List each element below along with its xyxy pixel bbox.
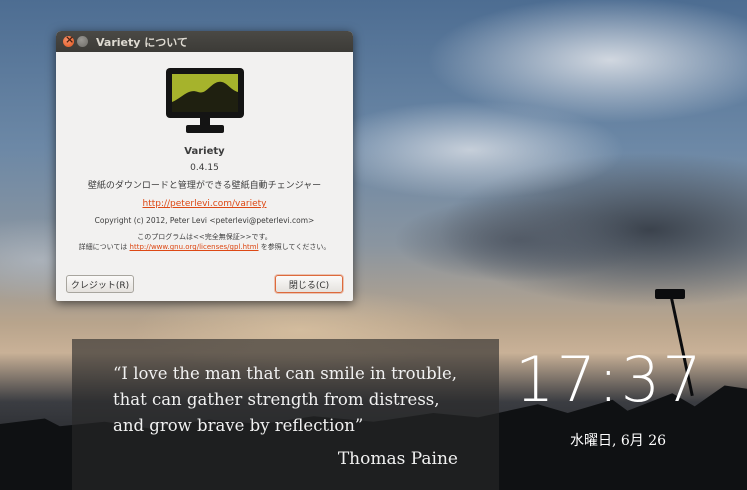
website-link[interactable]: http://peterlevi.com/variety	[142, 199, 266, 209]
clock-time: 17:37	[515, 343, 704, 416]
about-dialog: Variety について Variety 0.4.15 壁紙のダウンロードと管理…	[56, 31, 353, 301]
window-title: Variety について	[96, 36, 188, 49]
license-warranty: このプログラムは<<完全無保証>>です。	[137, 233, 272, 241]
clock-date: 水曜日, 6月 26	[570, 433, 667, 449]
quote-text: “I love the man that can smile in troubl…	[113, 364, 458, 435]
license-prefix: 詳細については	[78, 243, 130, 251]
app-description: 壁紙のダウンロードと管理ができる壁紙自動チェンジャー	[87, 181, 322, 191]
license-link[interactable]: http://www.gnu.org/licenses/gpl.html	[130, 243, 259, 251]
quote-panel: “I love the man that can smile in troubl…	[72, 339, 499, 490]
quote-author: Thomas Paine	[337, 449, 458, 469]
minimize-window-icon[interactable]	[77, 36, 88, 47]
license-details: 詳細については http://www.gnu.org/licenses/gpl.…	[56, 242, 353, 252]
copyright-text: Copyright (c) 2012, Peter Levi <peterlev…	[94, 216, 315, 225]
close-window-icon[interactable]	[63, 33, 74, 47]
close-button[interactable]: 閉じる(C)	[275, 275, 343, 293]
monitor-icon	[164, 66, 246, 138]
app-version: 0.4.15	[190, 163, 219, 173]
credits-button[interactable]: クレジット(R)	[66, 275, 134, 293]
app-name: Variety	[184, 146, 225, 157]
window-titlebar[interactable]: Variety について	[56, 31, 353, 52]
license-suffix: を参照してください。	[258, 243, 331, 251]
license-text: このプログラムは<<完全無保証>>です。 詳細については http://www.…	[56, 232, 353, 252]
street-lamp-head	[655, 289, 685, 299]
